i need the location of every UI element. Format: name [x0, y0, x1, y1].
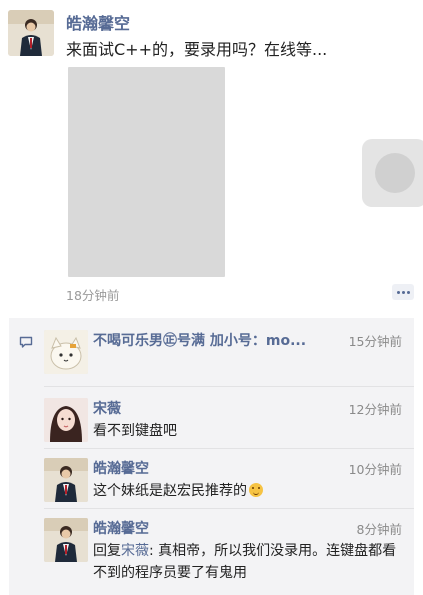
commenter-avatar[interactable]: [44, 330, 88, 374]
comment-time: 15分钟前: [348, 334, 402, 349]
post-time: 18分钟前: [66, 288, 120, 303]
comment-time: 8分钟前: [356, 522, 402, 537]
author-avatar[interactable]: [8, 10, 54, 56]
post-author-name[interactable]: 皓瀚馨空: [66, 10, 130, 34]
comment-item[interactable]: 皓瀚馨空 8分钟前 回复宋薇: 真相帝，所以我们没录用。连键盘都看不到的程序员要…: [9, 518, 414, 590]
comment-item[interactable]: 不喝可乐男㊣号满 加小号：mo... 15分钟前: [9, 330, 414, 388]
dot-icon: [407, 291, 410, 294]
commenter-name[interactable]: 宋薇: [93, 398, 121, 418]
floating-assistive-button[interactable]: [362, 139, 423, 207]
dot-icon: [397, 291, 400, 294]
dot-icon: [402, 291, 405, 294]
comment-text: 回复宋薇: 真相帝，所以我们没录用。连键盘都看不到的程序员要了有鬼用: [93, 540, 405, 584]
smiley-emoji-icon: [249, 483, 263, 497]
more-actions-button[interactable]: [392, 284, 414, 300]
reply-target-name[interactable]: 宋薇: [121, 543, 149, 559]
comments-panel: 不喝可乐男㊣号满 加小号：mo... 15分钟前 宋薇 12分钟前 看不到键盘吧: [9, 318, 414, 595]
post-text: 来面试C++的，要录用吗？在线等...: [66, 40, 328, 59]
comment-text: 看不到键盘吧: [93, 423, 177, 439]
divider: [44, 386, 414, 387]
divider: [44, 448, 414, 449]
reply-prefix: 回复: [93, 543, 121, 559]
commenter-name[interactable]: 皓瀚馨空: [93, 518, 149, 538]
assistive-touch-icon: [375, 153, 415, 193]
commenter-avatar[interactable]: [44, 458, 88, 502]
comment-text: 这个妹纸是赵宏民推荐的: [93, 480, 263, 500]
comment-time: 10分钟前: [348, 462, 402, 477]
commenter-name[interactable]: 皓瀚馨空: [93, 458, 149, 478]
commenter-avatar[interactable]: [44, 518, 88, 562]
commenter-avatar[interactable]: [44, 398, 88, 442]
comment-text-body: 这个妹纸是赵宏民推荐的: [93, 483, 247, 499]
commenter-name[interactable]: 不喝可乐男㊣号满 加小号：mo...: [93, 330, 306, 350]
divider: [44, 508, 414, 509]
post-photo-placeholder[interactable]: [68, 67, 225, 277]
comment-time: 12分钟前: [348, 402, 402, 417]
moment-post: 皓瀚馨空 来面试C++的，要录用吗？在线等... 18分钟前: [0, 0, 423, 312]
